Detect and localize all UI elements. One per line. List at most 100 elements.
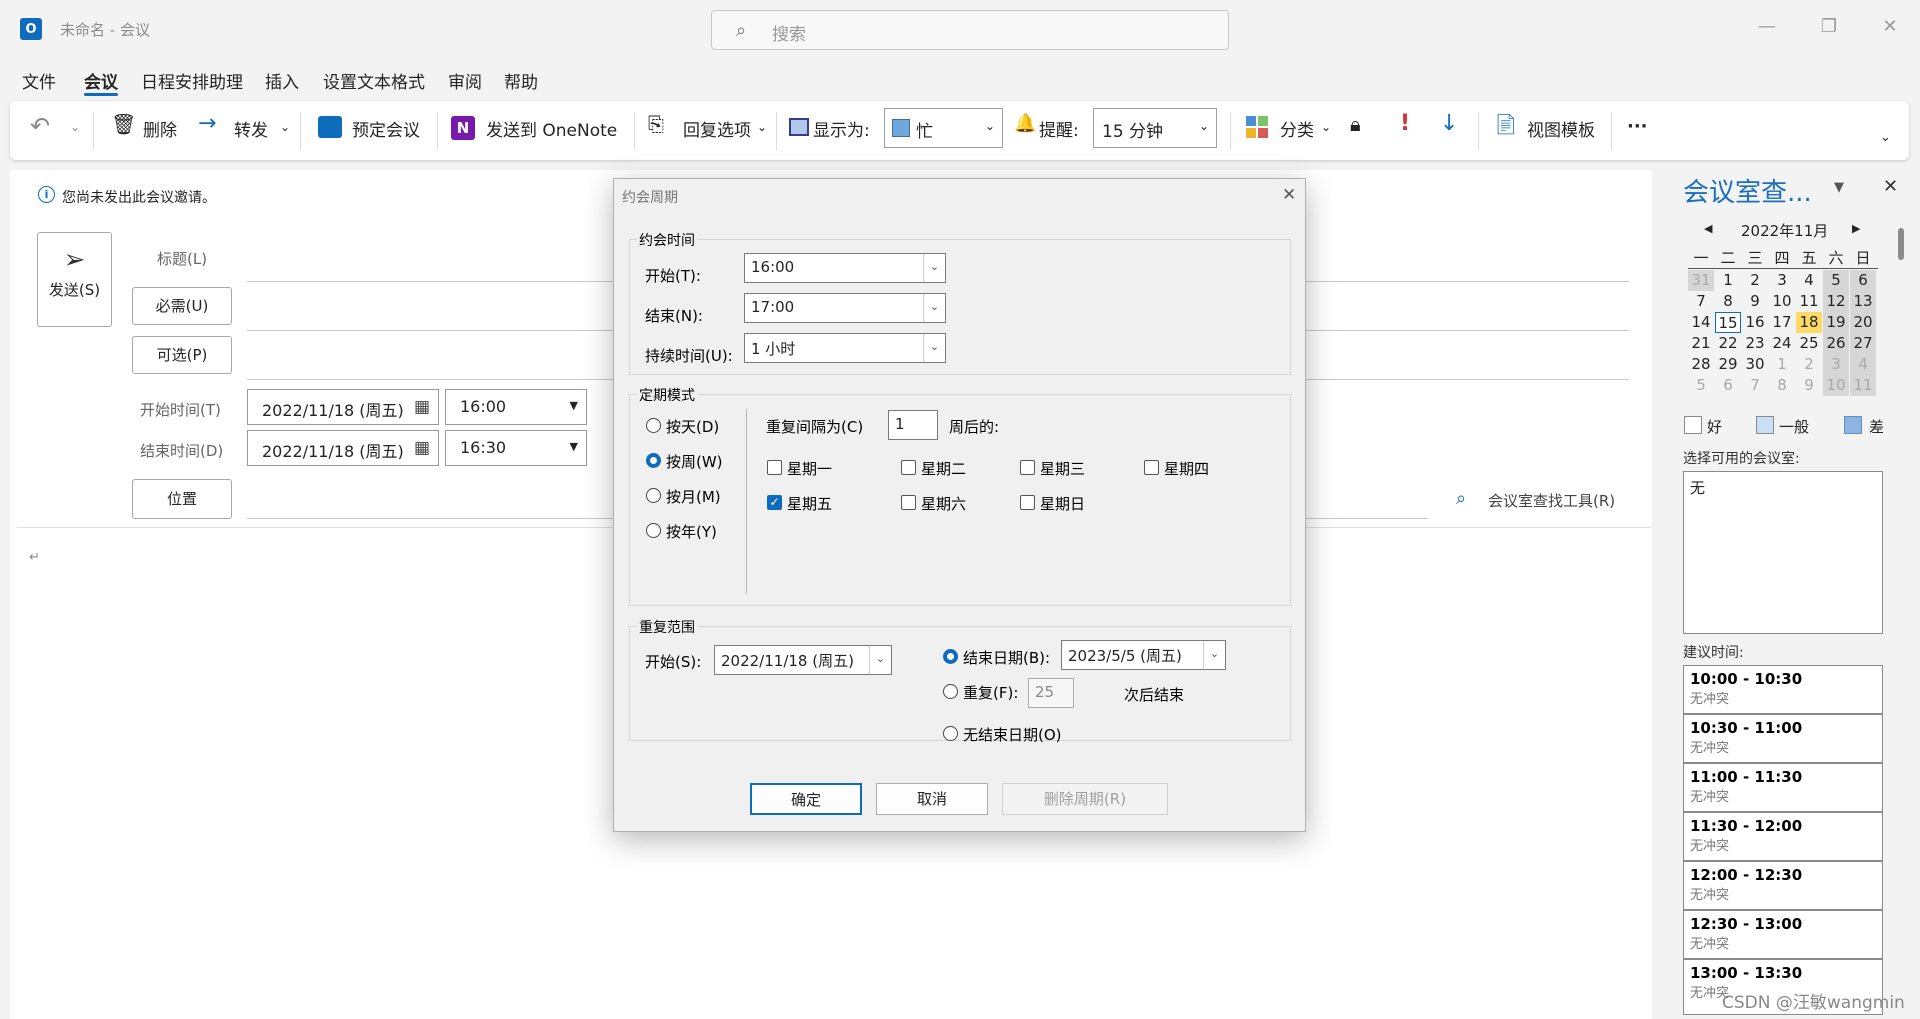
calendar-day[interactable]: 9 [1796, 375, 1822, 396]
forward-button[interactable]: 转发 [234, 116, 268, 141]
no-end-date-radio[interactable] [943, 726, 958, 741]
close-button[interactable]: ✕ [1875, 16, 1905, 37]
optional-attendees-button[interactable]: 可选(P) [132, 336, 232, 374]
forward-dropdown-icon[interactable]: ⌄ [280, 120, 290, 134]
more-options-button[interactable]: ··· [1627, 116, 1648, 137]
calendar-day[interactable]: 4 [1796, 270, 1822, 291]
calendar-day[interactable]: 10 [1823, 375, 1849, 396]
calendar-day[interactable]: 17 [1769, 312, 1795, 333]
ribbon-collapse-icon[interactable]: ⌄ [1880, 130, 1891, 145]
reminder-dropdown[interactable]: 15 分钟 ⌄ [1093, 108, 1217, 148]
next-month-icon[interactable]: ▶ [1852, 222, 1860, 235]
calendar-day[interactable]: 31 [1688, 270, 1714, 291]
calendar-day[interactable]: 20 [1850, 312, 1876, 333]
menu-insert[interactable]: 插入 [265, 68, 299, 93]
sunday-checkbox[interactable] [1020, 495, 1035, 510]
calendar-day[interactable]: 26 [1823, 333, 1849, 354]
recur-every-input[interactable]: 1 [888, 410, 938, 440]
calendar-day[interactable]: 29 [1715, 354, 1741, 375]
location-button[interactable]: 位置 [132, 479, 232, 519]
search-input[interactable]: ⌕ 搜索 [711, 10, 1229, 50]
send-button[interactable]: ➢ 发送(S) [37, 232, 112, 327]
range-start-input[interactable]: 2022/11/18 (周五) ⌄ [714, 645, 892, 675]
calendar-day[interactable]: 27 [1850, 333, 1876, 354]
cancel-button[interactable]: 取消 [876, 783, 988, 815]
end-by-input[interactable]: 2023/5/5 (周五) ⌄ [1061, 640, 1226, 670]
calendar-day[interactable]: 6 [1715, 375, 1741, 396]
suggested-time-slot[interactable]: 11:00 - 11:30 无冲突 [1683, 763, 1883, 812]
calendar-day[interactable]: 25 [1796, 333, 1822, 354]
low-importance-icon[interactable]: ↓ [1440, 111, 1458, 136]
calendar-day[interactable]: 3 [1769, 270, 1795, 291]
menu-review[interactable]: 审阅 [448, 68, 482, 93]
book-meeting-button[interactable]: 预定会议 [352, 116, 420, 141]
dialog-end-input[interactable]: 17:00 ⌄ [744, 293, 946, 323]
chevron-down-icon[interactable]: ⌄ [923, 334, 945, 362]
close-pane-icon[interactable]: ✕ [1883, 176, 1898, 197]
calendar-day[interactable]: 14 [1688, 312, 1714, 333]
wednesday-checkbox[interactable] [1020, 460, 1035, 475]
menu-format-text[interactable]: 设置文本格式 [323, 68, 425, 93]
calendar-day[interactable]: 24 [1769, 333, 1795, 354]
calendar-day[interactable]: 18 [1796, 312, 1822, 333]
suggested-time-slot[interactable]: 10:00 - 10:30 无冲突 [1683, 665, 1883, 714]
suggested-time-slot[interactable]: 10:30 - 11:00 无冲突 [1683, 714, 1883, 763]
dialog-duration-input[interactable]: 1 小时 ⌄ [744, 333, 946, 363]
calendar-day[interactable]: 16 [1742, 312, 1768, 333]
calendar-day[interactable]: 23 [1742, 333, 1768, 354]
menu-scheduling-assistant[interactable]: 日程安排助理 [141, 68, 243, 93]
chevron-down-icon[interactable]: ⌄ [1203, 641, 1225, 669]
calendar-day[interactable]: 2 [1796, 354, 1822, 375]
daily-radio[interactable] [646, 418, 661, 433]
end-after-input[interactable]: 25 [1028, 678, 1074, 708]
monthly-radio[interactable] [646, 488, 661, 503]
reply-options-button[interactable]: 回复选项 [683, 116, 751, 141]
suggested-time-slot[interactable]: 11:30 - 12:00 无冲突 [1683, 812, 1883, 861]
room-finder-tool-button[interactable]: 会议室查找工具(R) [1488, 490, 1615, 511]
chevron-down-icon[interactable]: ⌄ [869, 646, 891, 674]
end-time-input[interactable]: 16:30 ▼ [445, 430, 587, 466]
minimize-button[interactable]: — [1752, 16, 1782, 37]
calendar-icon[interactable]: ▦ [414, 438, 430, 458]
categorize-dropdown-icon[interactable]: ⌄ [1321, 120, 1331, 134]
dialog-start-input[interactable]: 16:00 ⌄ [744, 253, 946, 283]
end-after-radio[interactable] [943, 684, 958, 699]
view-templates-button[interactable]: 视图模板 [1527, 116, 1595, 141]
suggested-time-slot[interactable]: 12:00 - 12:30 无冲突 [1683, 861, 1883, 910]
restore-button[interactable]: ❐ [1814, 16, 1844, 37]
calendar-day[interactable]: 8 [1769, 375, 1795, 396]
calendar-icon[interactable]: ▦ [414, 397, 430, 417]
calendar-day[interactable]: 19 [1823, 312, 1849, 333]
dropdown-arrow-icon[interactable]: ▼ [570, 399, 578, 412]
suggested-time-slot[interactable]: 12:30 - 13:00 无冲突 [1683, 910, 1883, 959]
calendar-day[interactable]: 3 [1823, 354, 1849, 375]
end-by-radio[interactable] [943, 649, 958, 664]
calendar-day[interactable]: 30 [1742, 354, 1768, 375]
reply-options-dropdown-icon[interactable]: ⌄ [757, 120, 767, 134]
calendar-day[interactable]: 7 [1688, 291, 1714, 312]
send-to-onenote-button[interactable]: 发送到 OneNote [486, 116, 617, 141]
calendar-day[interactable]: 13 [1850, 291, 1876, 312]
calendar-day[interactable]: 1 [1715, 270, 1741, 291]
calendar-day[interactable]: 11 [1796, 291, 1822, 312]
start-date-input[interactable]: 2022/11/18 (周五) ▦ [247, 389, 439, 425]
calendar-day[interactable]: 10 [1769, 291, 1795, 312]
chevron-down-icon[interactable]: ⌄ [923, 294, 945, 322]
start-time-input[interactable]: 16:00 ▼ [445, 389, 587, 425]
friday-checkbox[interactable]: ✓ [767, 495, 782, 510]
calendar-day[interactable]: 21 [1688, 333, 1714, 354]
required-attendees-button[interactable]: 必需(U) [132, 287, 232, 325]
end-date-input[interactable]: 2022/11/18 (周五) ▦ [247, 430, 439, 466]
monday-checkbox[interactable] [767, 460, 782, 475]
show-as-dropdown[interactable]: 忙 ⌄ [884, 108, 1003, 148]
menu-help[interactable]: 帮助 [504, 68, 538, 93]
calendar-day[interactable]: 5 [1823, 270, 1849, 291]
available-rooms-list[interactable]: 无 [1683, 471, 1883, 634]
calendar-day[interactable]: 9 [1742, 291, 1768, 312]
calendar-day[interactable]: 15 [1715, 312, 1741, 333]
dialog-close-icon[interactable]: ✕ [1282, 185, 1296, 205]
high-importance-icon[interactable]: ! [1400, 111, 1410, 136]
undo-dropdown-icon[interactable]: ⌄ [70, 120, 80, 134]
pane-scrollbar[interactable] [1898, 228, 1904, 260]
lock-icon[interactable]: 🔒︎ [1350, 112, 1361, 136]
